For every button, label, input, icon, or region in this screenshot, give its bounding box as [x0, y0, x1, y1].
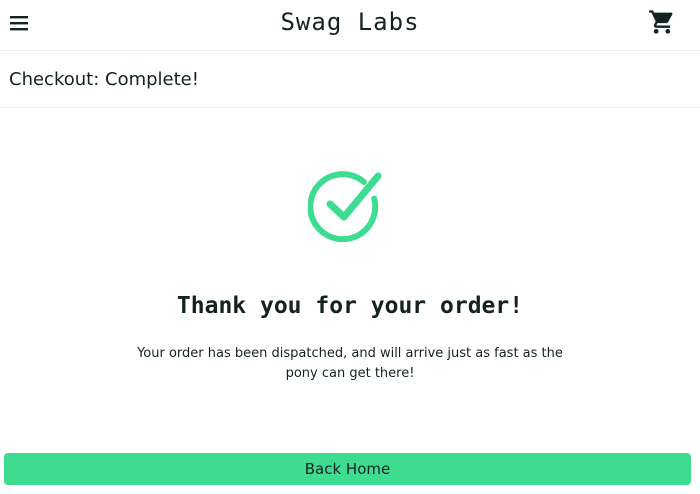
secondary-header: Checkout: Complete! [0, 52, 700, 108]
order-complete-message: Your order has been dispatched, and will… [137, 346, 563, 381]
shopping-cart-icon [649, 10, 673, 34]
order-complete-heading: Thank you for your order! [176, 293, 524, 319]
shopping-cart-link[interactable] [648, 8, 676, 36]
back-home-button[interactable]: Back Home [4, 453, 691, 485]
app-title: Swag Labs [280, 8, 420, 36]
checkmark-circle-icon [308, 171, 382, 243]
page-title: Checkout: Complete! [9, 69, 199, 90]
primary-header: Swag Labs [0, 0, 700, 51]
